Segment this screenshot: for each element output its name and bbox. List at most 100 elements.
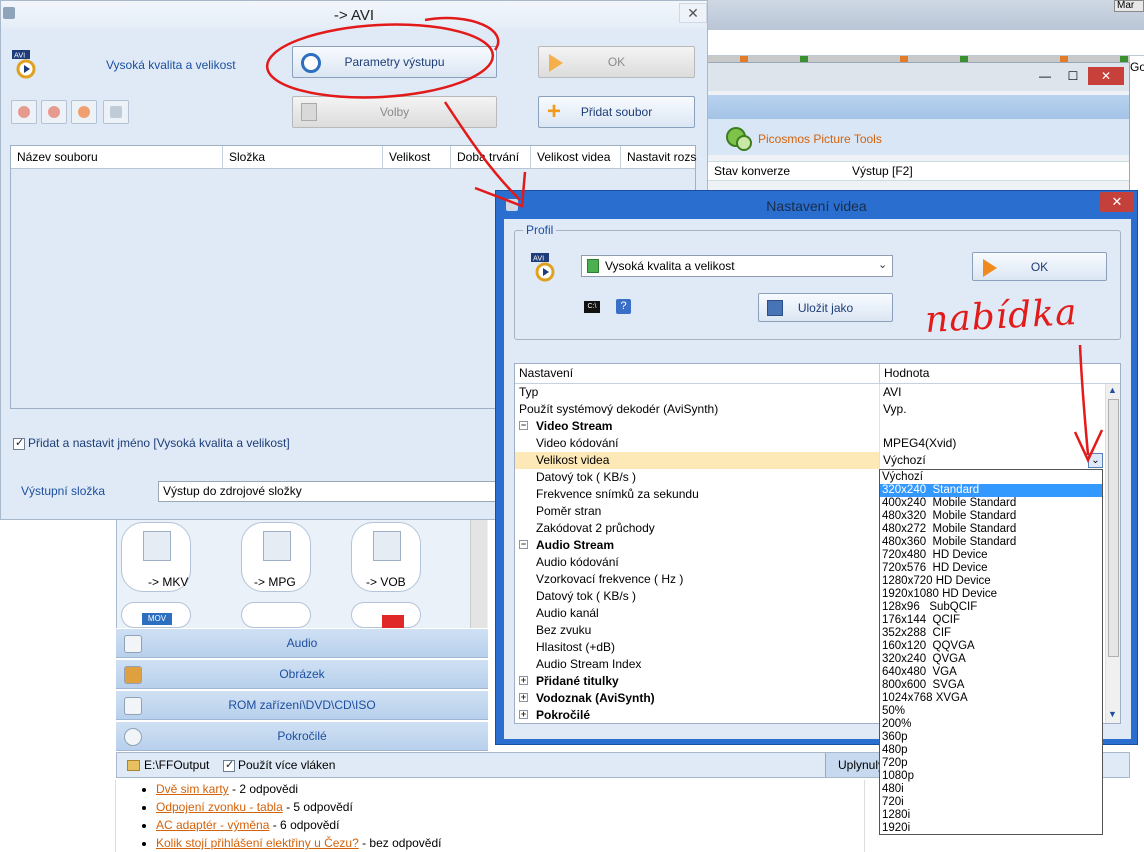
command-line-icon[interactable]: C:\	[584, 301, 600, 313]
clear-list-tool[interactable]	[41, 100, 67, 124]
scroll-up-icon[interactable]: ▲	[1108, 385, 1117, 395]
dropdown-option[interactable]: 1920x1080 HD Device	[880, 588, 1102, 601]
add-name-checkbox[interactable]: Přidat a nastavit jméno [Vysoká kvalita …	[13, 436, 290, 450]
col-value[interactable]: Hodnota	[880, 364, 1120, 384]
col-size[interactable]: Velikost	[383, 146, 451, 169]
setting-value[interactable]: Výchozí	[880, 452, 1105, 469]
dropdown-option[interactable]: 1024x768 XVGA	[880, 692, 1102, 705]
status-output-path[interactable]: E:\FFOutput	[127, 758, 209, 772]
profile-select[interactable]: Vysoká kvalita a velikost ⌄	[581, 255, 893, 277]
dropdown-option[interactable]: 480x320 Mobile Standard	[880, 510, 1102, 523]
dropdown-option[interactable]: 352x288 CIF	[880, 627, 1102, 640]
settings-row[interactable]: Použít systémový dekodér (AviSynth) Vyp.	[515, 401, 1105, 418]
dialog-ok-button[interactable]: OK	[972, 252, 1107, 281]
dialog-close-button[interactable]: ✕	[1100, 192, 1134, 212]
picosmos-minimize-button[interactable]: —	[1032, 67, 1058, 85]
format-tile-mkv[interactable]: -> MKV	[121, 522, 191, 592]
format-tile-mov[interactable]: MOV	[121, 602, 191, 628]
forum-post-link[interactable]: Odpojení zvonku - tabla	[156, 800, 283, 814]
output-parameters-button[interactable]: Parametry výstupu	[292, 46, 497, 78]
dropdown-option[interactable]: 800x600 SVGA	[880, 679, 1102, 692]
dropdown-option[interactable]: 720x480 HD Device	[880, 549, 1102, 562]
category-rom-device[interactable]: ROM zařízení\DVD\CD\ISO	[116, 690, 488, 720]
picosmos-col-status[interactable]: Stav konverze	[714, 164, 790, 178]
main-ok-button[interactable]: OK	[538, 46, 695, 78]
dropdown-option[interactable]: 160x120 QQVGA	[880, 640, 1102, 653]
category-audio[interactable]: Audio	[116, 628, 488, 658]
settings-grid-scrollbar[interactable]: ▲ ▼	[1105, 384, 1120, 723]
dropdown-option[interactable]: 128x96 SubQCIF	[880, 601, 1102, 614]
expand-icon[interactable]: +	[519, 676, 528, 685]
scroll-thumb[interactable]	[1108, 399, 1119, 657]
forum-post-link[interactable]: Dvě sim karty	[156, 782, 229, 796]
format-tile[interactable]	[351, 602, 421, 629]
forum-post-link[interactable]: Kolik stojí přihlášení elektřiny u Čezu?	[156, 836, 359, 850]
col-duration[interactable]: Doba trvání	[451, 146, 531, 169]
col-set-range[interactable]: Nastavit rozsa	[621, 146, 697, 169]
play-icon	[78, 106, 90, 118]
multithread-checkbox[interactable]: Použít více vláken	[223, 758, 335, 772]
picosmos-close-button[interactable]: ✕	[1088, 67, 1124, 85]
background-user-button[interactable]: Mar	[1114, 0, 1144, 12]
settings-row[interactable]: Velikost videa Výchozí	[515, 452, 1105, 469]
dropdown-option[interactable]: 640x480 VGA	[880, 666, 1102, 679]
dropdown-option[interactable]: 480p	[880, 744, 1102, 757]
format-panel-scrollbar[interactable]	[470, 520, 487, 628]
col-file-name[interactable]: Název souboru	[11, 146, 223, 169]
setting-value[interactable]: MPEG4(Xvid)	[880, 435, 1105, 452]
dropdown-option[interactable]: 200%	[880, 718, 1102, 731]
col-video-size[interactable]: Velikost videa	[531, 146, 621, 169]
video-size-dropdown-button[interactable]: ⌄	[1088, 453, 1103, 468]
dropdown-option[interactable]: 480i	[880, 783, 1102, 796]
dropdown-option[interactable]: 1280i	[880, 809, 1102, 822]
play-tool[interactable]	[71, 100, 97, 124]
dropdown-option[interactable]: 480x360 Mobile Standard	[880, 536, 1102, 549]
dropdown-option[interactable]: 720p	[880, 757, 1102, 770]
info-tool[interactable]	[103, 100, 129, 124]
output-folder-select[interactable]: Výstup do zdrojové složky	[158, 481, 498, 502]
col-setting[interactable]: Nastavení	[515, 364, 880, 384]
scroll-down-icon[interactable]: ▼	[1108, 709, 1117, 719]
format-tile[interactable]	[241, 602, 311, 628]
settings-row[interactable]: − Video Stream	[515, 418, 1105, 435]
dropdown-option[interactable]: 1920i	[880, 822, 1102, 834]
format-tile-vob[interactable]: -> VOB	[351, 522, 421, 592]
setting-value[interactable]: AVI	[880, 384, 1105, 401]
forum-post-link[interactable]: AC adaptér - výměna	[156, 818, 269, 832]
dropdown-option[interactable]: 720x576 HD Device	[880, 562, 1102, 575]
expand-icon[interactable]: +	[519, 693, 528, 702]
collapse-icon[interactable]: −	[519, 421, 528, 430]
setting-value[interactable]: Vyp.	[880, 401, 1105, 418]
collapse-icon[interactable]: −	[519, 540, 528, 549]
dropdown-option[interactable]: 480x272 Mobile Standard	[880, 523, 1102, 536]
expand-icon[interactable]: +	[519, 710, 528, 719]
dropdown-option[interactable]: 320x240 QVGA	[880, 653, 1102, 666]
format-tile-mpg[interactable]: -> MPG	[241, 522, 311, 592]
dropdown-option[interactable]: Výchozí	[880, 471, 1102, 484]
dropdown-option[interactable]: 1080p	[880, 770, 1102, 783]
col-folder[interactable]: Složka	[223, 146, 383, 169]
dropdown-option[interactable]: 320x240 Standard	[880, 484, 1102, 497]
settings-row[interactable]: Video kódování MPEG4(Xvid)	[515, 435, 1105, 452]
options-button[interactable]: Volby	[292, 96, 497, 128]
picosmos-maximize-button[interactable]: ☐	[1060, 67, 1086, 85]
save-as-button[interactable]: Uložit jako	[758, 293, 893, 322]
dropdown-option[interactable]: 1280x720 HD Device	[880, 575, 1102, 588]
dropdown-option[interactable]: 360p	[880, 731, 1102, 744]
help-icon[interactable]: ?	[616, 299, 631, 314]
add-file-button[interactable]: + Přidat soubor	[538, 96, 695, 128]
settings-row[interactable]: Typ AVI	[515, 384, 1105, 401]
setting-name: Použít systémový dekodér (AviSynth)	[515, 401, 880, 418]
main-close-button[interactable]: ✕	[679, 3, 707, 23]
category-image[interactable]: Obrázek	[116, 659, 488, 689]
remove-file-tool[interactable]	[11, 100, 37, 124]
setting-value[interactable]	[880, 418, 1105, 435]
dropdown-option[interactable]: 400x240 Mobile Standard	[880, 497, 1102, 510]
dropdown-option[interactable]: 176x144 QCIF	[880, 614, 1102, 627]
dropdown-option[interactable]: 720i	[880, 796, 1102, 809]
video-size-dropdown-list[interactable]: Výchozí 320x240 Standard 400x240 Mobile St…	[879, 469, 1103, 835]
picosmos-col-output[interactable]: Výstup [F2]	[852, 164, 913, 178]
category-advanced[interactable]: Pokročilé	[116, 721, 488, 751]
setting-name-text: Pokročilé	[536, 708, 591, 722]
dropdown-option[interactable]: 50%	[880, 705, 1102, 718]
